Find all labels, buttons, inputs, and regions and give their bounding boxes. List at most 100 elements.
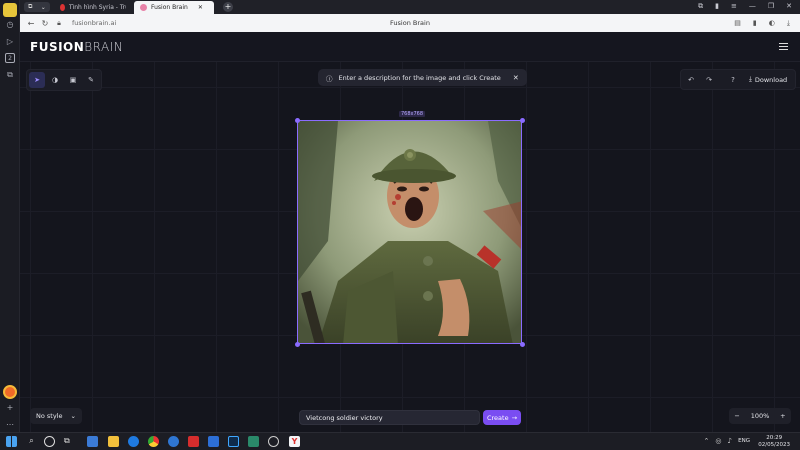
tool-palette: ➤ ◑ ▣ ✎ bbox=[26, 69, 102, 91]
download-button[interactable]: ⤓ Download bbox=[743, 75, 793, 84]
tab-group-button[interactable]: ⧉ ⌄ bbox=[24, 2, 50, 12]
hint-text: Enter a description for the image and cl… bbox=[338, 73, 501, 82]
undo-icon[interactable]: ↶ bbox=[683, 72, 699, 88]
clock-date: 02/05/2023 bbox=[758, 442, 790, 448]
instruction-hint: ⓘ Enter a description for the image and … bbox=[318, 69, 527, 86]
sidebar-badge[interactable]: 2 bbox=[5, 53, 15, 63]
file-explorer-icon[interactable] bbox=[108, 436, 119, 447]
resize-handle-top-right[interactable] bbox=[520, 118, 525, 123]
menu-icon[interactable]: ≡ bbox=[731, 2, 737, 11]
apps-icon[interactable]: ⧉ bbox=[4, 69, 16, 81]
copy-icon: ⧉ bbox=[28, 3, 33, 10]
windows-start-icon[interactable] bbox=[6, 436, 17, 447]
app-globe-icon[interactable] bbox=[168, 436, 179, 447]
extension-icon[interactable]: ▤ bbox=[734, 19, 741, 28]
acrobat-icon[interactable] bbox=[188, 436, 199, 447]
hamburger-menu-icon[interactable] bbox=[779, 43, 788, 50]
bookmark-page-icon[interactable]: ▮ bbox=[753, 19, 757, 28]
language-indicator[interactable]: ENG bbox=[738, 438, 750, 444]
style-dropdown[interactable]: No style ⌄ bbox=[30, 408, 82, 424]
app-header: FUSIONBRAIN bbox=[20, 32, 800, 62]
help-icon[interactable]: ? bbox=[725, 72, 741, 88]
tab-syria[interactable]: Tình hình Syria - Trung Đôn bbox=[54, 1, 132, 14]
tabs-icon[interactable]: ⧉ bbox=[698, 2, 703, 11]
download-label: Download bbox=[754, 75, 788, 84]
cortana-icon[interactable] bbox=[44, 436, 55, 447]
tab-label: Fusion Brain bbox=[151, 4, 188, 11]
calculator-icon[interactable] bbox=[87, 436, 98, 447]
select-tool-icon[interactable]: ➤ bbox=[29, 72, 45, 88]
info-icon: ⓘ bbox=[326, 74, 333, 83]
logo-light: BRAIN bbox=[84, 40, 124, 54]
steam-icon[interactable] bbox=[268, 436, 279, 447]
back-icon[interactable]: ← bbox=[24, 19, 38, 28]
palette-icon[interactable]: ◐ bbox=[769, 19, 775, 28]
new-tab-button[interactable]: + bbox=[223, 2, 233, 12]
reload-icon[interactable]: ↻ bbox=[38, 19, 52, 28]
arrow-right-icon: → bbox=[511, 413, 518, 422]
redo-icon[interactable]: ↷ bbox=[701, 72, 717, 88]
chrome-icon[interactable] bbox=[148, 436, 159, 447]
lock-icon: 🔒︎ bbox=[57, 18, 61, 27]
more-icon[interactable]: ⋯ bbox=[4, 418, 16, 430]
zoom-level: 100% bbox=[750, 412, 770, 420]
editor-canvas[interactable]: ➤ ◑ ▣ ✎ ⓘ Enter a description for the im… bbox=[20, 62, 800, 432]
zoom-in-icon[interactable]: + bbox=[780, 412, 785, 420]
fusion-brain-logo[interactable]: FUSIONBRAIN bbox=[30, 40, 123, 54]
history-icon[interactable]: ◷ bbox=[4, 18, 16, 30]
pencil-tool-icon[interactable]: ✎ bbox=[83, 72, 99, 88]
create-label: Create bbox=[486, 413, 509, 422]
volume-icon[interactable]: ♪ bbox=[728, 437, 732, 445]
generated-image[interactable] bbox=[297, 120, 522, 344]
url-field[interactable]: fusionbrain.ai bbox=[72, 19, 116, 27]
browser-app-icon[interactable] bbox=[3, 385, 17, 399]
close-window-icon[interactable]: ✕ bbox=[786, 2, 792, 11]
window-controls: ⧉ ▮ ≡ — ❐ ✕ bbox=[698, 2, 792, 11]
fusion-favicon-icon bbox=[140, 4, 147, 11]
word-icon[interactable] bbox=[208, 436, 219, 447]
address-bar: ← ↻ 🔒︎ fusionbrain.ai Fusion Brain ▤ ▮ ◐… bbox=[20, 14, 800, 32]
browser-sidebar: ◷ ▷ 2 ⧉ + ⋯ bbox=[0, 0, 20, 432]
create-button[interactable]: Create → bbox=[483, 410, 521, 425]
history-toolbar: ↶ ↷ ? ⤓ Download bbox=[680, 69, 797, 90]
save-tool-icon[interactable]: ▣ bbox=[65, 72, 81, 88]
tab-fusion-brain[interactable]: Fusion Brain ✕ bbox=[134, 1, 214, 14]
prompt-input[interactable] bbox=[299, 410, 480, 425]
style-value: No style bbox=[36, 412, 63, 420]
zoom-control: − 100% + bbox=[729, 408, 791, 424]
news-favicon-icon bbox=[60, 4, 65, 11]
task-view-icon[interactable]: ⧉ bbox=[64, 436, 75, 447]
yandex-browser-icon[interactable]: Y bbox=[289, 436, 300, 447]
play-icon[interactable]: ▷ bbox=[4, 35, 16, 47]
tab-label: Tình hình Syria - Trung Đôn bbox=[68, 4, 126, 11]
soldier-illustration bbox=[298, 121, 521, 343]
network-icon[interactable]: ◎ bbox=[715, 437, 721, 445]
resize-handle-top-left[interactable] bbox=[295, 118, 300, 123]
bookmark-icon[interactable]: ▮ bbox=[715, 2, 719, 11]
tab-strip: ⧉⌄ Tình hình Syria - Trung Đôn Fusion Br… bbox=[20, 0, 800, 14]
profile-avatar[interactable] bbox=[3, 3, 17, 17]
system-tray: ⌃ ◎ ♪ bbox=[704, 437, 732, 445]
chevron-down-icon: ⌄ bbox=[70, 412, 76, 420]
add-icon[interactable]: + bbox=[4, 401, 16, 413]
terminal-icon[interactable] bbox=[248, 436, 259, 447]
zoom-out-icon[interactable]: − bbox=[734, 412, 739, 420]
resize-handle-bottom-right[interactable] bbox=[520, 342, 525, 347]
close-tab-icon[interactable]: ✕ bbox=[198, 4, 203, 11]
resize-handle-bottom-left[interactable] bbox=[295, 342, 300, 347]
download-icon[interactable]: ⤓ bbox=[787, 19, 790, 28]
clock-time: 20:29 bbox=[766, 435, 783, 441]
eraser-tool-icon[interactable]: ◑ bbox=[47, 72, 63, 88]
address-actions: ▤ ▮ ◐ ⤓ bbox=[734, 19, 790, 28]
edge-icon[interactable] bbox=[128, 436, 139, 447]
system-clock[interactable]: 20:29 02/05/2023 bbox=[758, 435, 790, 449]
page-title: Fusion Brain bbox=[390, 19, 430, 27]
photoshop-icon[interactable] bbox=[228, 436, 239, 447]
minimize-icon[interactable]: — bbox=[749, 2, 756, 11]
close-hint-icon[interactable]: ✕ bbox=[513, 74, 519, 82]
chevron-up-icon[interactable]: ⌃ bbox=[704, 437, 710, 445]
search-icon[interactable]: ⌕ bbox=[26, 436, 37, 447]
download-arrow-icon: ⤓ bbox=[749, 75, 752, 83]
restore-icon[interactable]: ❐ bbox=[768, 2, 774, 11]
windows-taskbar: ⌕ ⧉ Y ⌃ ◎ ♪ ENG 20:29 02/05/2023 bbox=[0, 432, 800, 450]
